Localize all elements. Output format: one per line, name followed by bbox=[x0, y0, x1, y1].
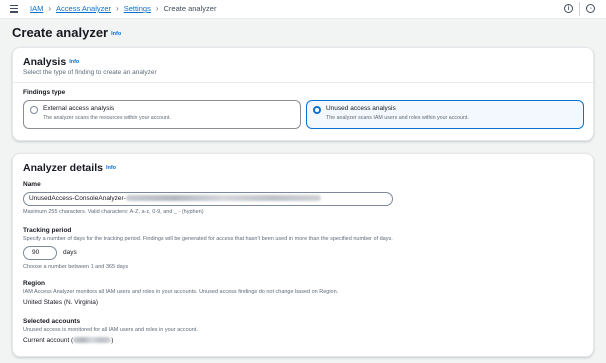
selected-accounts-description: Unused access is monitored for all IAM u… bbox=[23, 327, 198, 333]
redacted-account-id bbox=[73, 337, 112, 344]
chevron-right-icon: › bbox=[155, 3, 159, 13]
findings-type-label: Findings type bbox=[23, 89, 66, 96]
chevron-right-icon: › bbox=[116, 3, 119, 13]
hamburger-icon[interactable] bbox=[10, 5, 18, 13]
tracking-period-hint: Choose a number between 1 and 365 days bbox=[23, 264, 129, 270]
chevron-right-icon: › bbox=[48, 3, 52, 13]
analysis-info-link[interactable]: Info bbox=[69, 59, 79, 65]
selected-accounts-label: Selected accounts bbox=[23, 318, 81, 325]
tracking-days-input[interactable]: 90 bbox=[23, 246, 57, 260]
breadcrumb-current: Create analyzer bbox=[163, 4, 217, 13]
breadcrumb-iam[interactable]: IAM bbox=[30, 4, 43, 13]
analysis-description: Select the type of finding to create an … bbox=[23, 69, 157, 76]
analyzer-details-panel: Analyzer details Info Name UnusedAccess-C… bbox=[12, 153, 594, 357]
top-navigation: IAM › Access Analyzer › Settings › Creat… bbox=[0, 0, 606, 19]
days-unit-label: days bbox=[63, 249, 77, 256]
redacted-name-suffix bbox=[125, 195, 321, 202]
breadcrumb-settings[interactable]: Settings bbox=[124, 4, 151, 13]
page-title: Create analyzer Info bbox=[12, 25, 121, 40]
current-account-suffix: ) bbox=[111, 337, 114, 344]
unused-access-option[interactable]: Unused access analysis The analyzer scan… bbox=[306, 100, 584, 129]
analysis-title: Analysis bbox=[23, 56, 67, 68]
tracking-period-label: Tracking period bbox=[23, 227, 72, 234]
unused-access-radio[interactable] bbox=[313, 106, 321, 114]
unused-access-title: Unused access analysis bbox=[326, 105, 396, 112]
external-access-radio[interactable] bbox=[30, 106, 38, 114]
current-account-prefix: Current account ( bbox=[23, 337, 74, 344]
external-access-title: External access analysis bbox=[43, 105, 115, 112]
unused-access-description: The analyzer scans IAM users and roles w… bbox=[326, 115, 469, 121]
analysis-heading: Analysis Info bbox=[23, 56, 79, 68]
analysis-divider bbox=[13, 82, 593, 83]
region-label: Region bbox=[23, 280, 46, 287]
analyzer-name-input[interactable]: UnusedAccess-ConsoleAnalyzer- bbox=[23, 192, 393, 206]
toolbar-divider bbox=[579, 2, 580, 16]
notification-icon[interactable]: ◔ bbox=[586, 4, 595, 13]
breadcrumb: IAM › Access Analyzer › Settings › Creat… bbox=[30, 4, 216, 13]
external-access-option[interactable]: External access analysis The analyzer sc… bbox=[23, 100, 301, 129]
info-circle-icon[interactable]: i bbox=[564, 4, 573, 13]
name-hint: Maximum 255 characters. Valid characters… bbox=[23, 209, 204, 215]
page-title-text: Create analyzer bbox=[12, 25, 109, 40]
name-label: Name bbox=[23, 181, 41, 188]
details-title: Analyzer details bbox=[23, 162, 103, 174]
current-account-value: Current account () bbox=[23, 337, 113, 344]
details-info-link[interactable]: Info bbox=[106, 165, 116, 171]
region-value: United States (N. Virginia) bbox=[23, 299, 99, 306]
details-heading: Analyzer details Info bbox=[23, 162, 116, 174]
tracking-period-description: Specify a number of days for the trackin… bbox=[23, 236, 393, 242]
region-description: IAM Access Analyzer monitors all IAM use… bbox=[23, 289, 339, 295]
breadcrumb-access-analyzer[interactable]: Access Analyzer bbox=[56, 4, 111, 13]
analysis-panel: Analysis Info Select the type of finding … bbox=[12, 47, 594, 141]
analyzer-name-value: UnusedAccess-ConsoleAnalyzer- bbox=[29, 195, 126, 202]
page-info-link[interactable]: Info bbox=[111, 31, 121, 37]
external-access-description: The analyzer scans the resources within … bbox=[43, 115, 171, 121]
